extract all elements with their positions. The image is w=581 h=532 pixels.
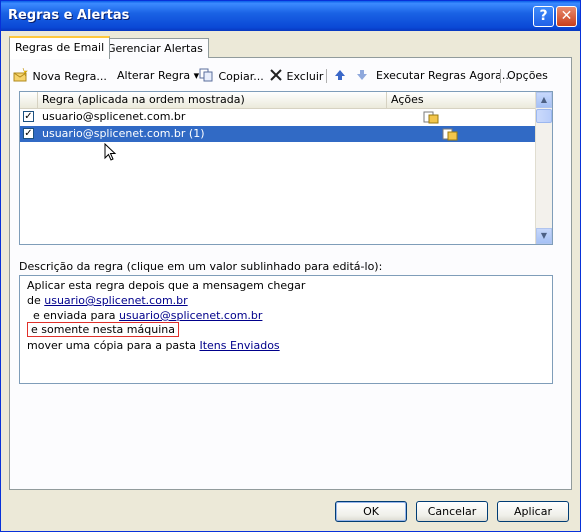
mouse-cursor-icon (104, 143, 117, 161)
header-rule[interactable]: Regra (aplicada na ordem mostrada) (38, 92, 387, 108)
tab-label: Regras de Email (15, 41, 105, 54)
close-icon: ✕ (560, 8, 573, 24)
rule-description-box: Aplicar esta regra depois que a mensagem… (19, 275, 553, 384)
move-down-button[interactable] (356, 68, 368, 84)
copy-label: Copiar... (218, 70, 264, 83)
table-row[interactable]: ✓ usuario@splicenet.com.br (20, 109, 536, 125)
delete-label: Excluir (286, 70, 324, 83)
desc-line-condition: Aplicar esta regra depois que a mensagem… (27, 279, 306, 292)
sent-items-folder-link[interactable]: Itens Enviados (199, 339, 279, 352)
move-up-button[interactable] (334, 68, 346, 84)
rule-checkbox[interactable]: ✓ (23, 128, 34, 139)
rule-name: usuario@splicenet.com.br (1) (42, 127, 205, 140)
arrow-up-icon (335, 70, 345, 80)
sent-to-address-link[interactable]: usuario@splicenet.com.br (119, 309, 262, 322)
options-label: Opções (507, 69, 548, 82)
table-row[interactable]: ✓ usuario@splicenet.com.br (1) (20, 126, 536, 142)
arrow-down-icon (357, 70, 367, 80)
rules-list-scrollbar[interactable]: ▲ ▼ (535, 92, 552, 244)
cancel-button[interactable]: Cancelar (416, 501, 488, 522)
new-rule-icon (13, 67, 28, 82)
new-rule-button[interactable]: Nova Regra... (13, 67, 107, 84)
change-rule-button[interactable]: Alterar Regra ▾ (117, 68, 199, 84)
copy-button[interactable]: Copiar... (199, 68, 264, 84)
help-icon: ? (539, 8, 548, 24)
rule-checkbox[interactable]: ✓ (23, 111, 34, 122)
desc-line-this-machine: e somente nesta máquina (27, 322, 179, 337)
run-rules-button[interactable]: Executar Regras Agora... (376, 68, 512, 84)
scroll-down-icon[interactable]: ▼ (536, 228, 552, 244)
header-check-col (20, 92, 38, 108)
rule-action-icon (423, 111, 439, 124)
change-rule-label: Alterar Regra (117, 69, 191, 82)
delete-icon (270, 69, 282, 81)
help-button[interactable]: ? (533, 6, 554, 27)
rule-name: usuario@splicenet.com.br (42, 110, 186, 123)
this-machine-condition: e somente nesta máquina (27, 322, 179, 337)
desc-text: de (27, 294, 45, 307)
scroll-thumb[interactable] (536, 109, 552, 123)
tab-email-rules[interactable]: Regras de Email (9, 36, 111, 59)
rules-list[interactable]: Regra (aplicada na ordem mostrada) Ações… (19, 91, 553, 245)
tab-label: Gerenciar Alertas (107, 42, 203, 55)
window-title: Regras e Alertas (8, 8, 130, 23)
tab-manage-alerts[interactable]: Gerenciar Alertas (101, 38, 209, 58)
desc-text: e enviada para (33, 309, 120, 322)
ok-button[interactable]: OK (335, 501, 407, 522)
run-rules-label: Executar Regras Agora... (376, 69, 513, 82)
options-button[interactable]: Opções (507, 68, 548, 84)
scroll-up-icon[interactable]: ▲ (536, 92, 552, 108)
desc-line-sent-to: e enviada para usuario@splicenet.com.br (33, 309, 262, 322)
delete-button[interactable]: Excluir (269, 68, 323, 84)
description-label: Descrição da regra (clique em um valor s… (19, 260, 383, 273)
desc-line-from: de usuario@splicenet.com.br (27, 294, 188, 307)
copy-icon (199, 68, 213, 82)
new-rule-label: Nova Regra... (32, 70, 107, 83)
rule-action-icon (442, 128, 458, 141)
toolbar-separator (326, 69, 327, 83)
close-button[interactable]: ✕ (556, 6, 577, 27)
toolbar: Nova Regra... Alterar Regra ▾ Copiar... … (10, 67, 555, 86)
title-bar[interactable]: Regras e Alertas ? ✕ (1, 1, 580, 31)
desc-line-move-copy: mover uma cópia para a pasta Itens Envia… (27, 339, 280, 352)
toolbar-separator (500, 69, 501, 83)
rules-list-header: Regra (aplicada na ordem mostrada) Ações (20, 92, 536, 109)
apply-button[interactable]: Aplicar (497, 501, 569, 522)
from-address-link[interactable]: usuario@splicenet.com.br (44, 294, 187, 307)
header-actions[interactable]: Ações (387, 92, 536, 108)
desc-text: mover uma cópia para a pasta (27, 339, 200, 352)
